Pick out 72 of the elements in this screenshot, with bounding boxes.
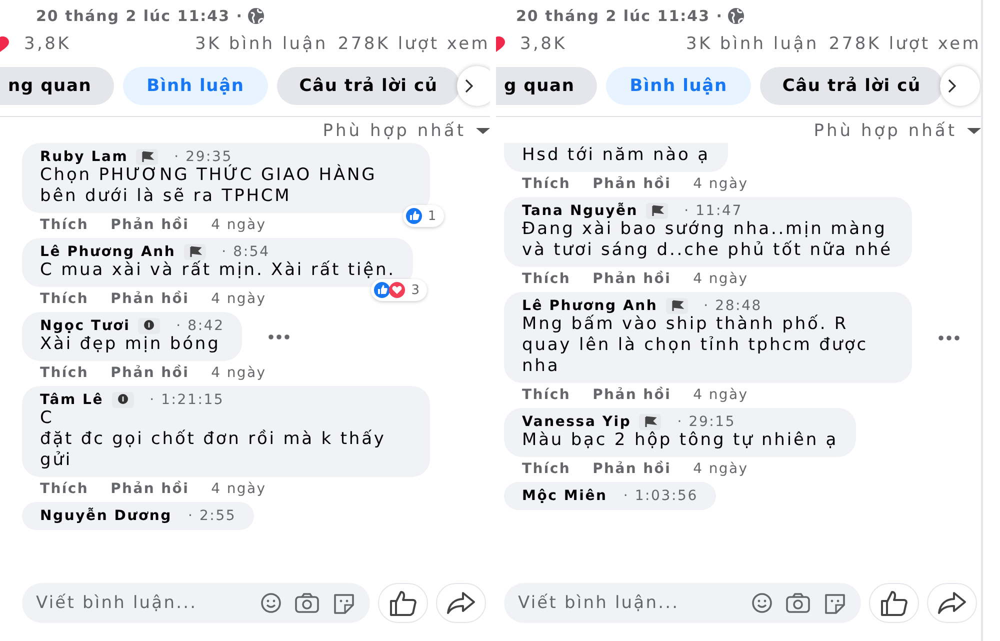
comment-text: Mng bấm vào ship thành phố. R quay lên là chọn tỉnh tphcm được nha bbox=[522, 314, 870, 377]
comment-field[interactable]: Viết bình luận... bbox=[504, 583, 861, 623]
like-link[interactable]: Thích bbox=[40, 217, 89, 233]
comment-age: 4 ngày bbox=[693, 387, 748, 403]
comment-time: · 11:47 bbox=[684, 203, 742, 219]
sort-dropdown[interactable]: Phù hợp nhất bbox=[322, 121, 490, 141]
comment-text: Chọn PHƯƠNG THỨC GIAO HÀNG bên dưới là sẽ ra TPHCM bbox=[40, 165, 378, 207]
reply-link[interactable]: Phản hồi bbox=[592, 387, 672, 403]
reply-link[interactable]: Phản hồi bbox=[110, 365, 190, 381]
reaction-badge[interactable]: 3 bbox=[371, 279, 428, 301]
post-date: 20 tháng 2 lúc 11:43 · bbox=[36, 7, 243, 25]
comment-text: C đặt đc gọi chốt đơn rồi mà k thấy gửi bbox=[40, 408, 387, 471]
author-name[interactable]: Tâm Lê bbox=[40, 392, 104, 408]
comment-input[interactable]: Viết bình luận... bbox=[36, 593, 248, 613]
comment-text: C mua xài và rất mịn. Xài rất tiện. bbox=[40, 260, 396, 281]
sort-dropdown[interactable]: Phù hợp nhất bbox=[814, 121, 981, 141]
filter-tab[interactable]: Bình luận bbox=[606, 67, 752, 105]
reply-link[interactable]: Phản hồi bbox=[110, 481, 190, 497]
reaction-count[interactable]: 3,8K bbox=[24, 34, 71, 54]
comment-age: 4 ngày bbox=[693, 271, 748, 287]
comment-age: 4 ngày bbox=[693, 176, 748, 192]
comment-time: · 29:15 bbox=[677, 414, 736, 430]
comment-time: · 29:35 bbox=[174, 149, 232, 165]
author-name[interactable]: Lê Phương Anh bbox=[40, 244, 176, 260]
reply-link[interactable]: Phản hồi bbox=[110, 217, 190, 233]
like-link[interactable]: Thích bbox=[40, 291, 89, 307]
author-name[interactable]: Tana Nguyễn bbox=[522, 203, 638, 219]
comment-count[interactable]: 3K bình luận bbox=[194, 34, 328, 54]
like-link[interactable]: Thích bbox=[40, 481, 89, 497]
reply-link[interactable]: Phản hồi bbox=[110, 291, 190, 307]
comment-field[interactable]: Viết bình luận... bbox=[22, 583, 370, 623]
comment-text: Đang xài bao sướng nha..mịn màng và tươi sáng d..che phủ tốt nữa nhé bbox=[522, 219, 894, 261]
filter-tab[interactable]: Câu trả lời củ bbox=[277, 67, 460, 105]
comment-time: · 1:21:15 bbox=[150, 392, 224, 408]
comment-age: 4 ngày bbox=[211, 365, 266, 381]
filter-tab[interactable]: Câu trả lời củ bbox=[760, 67, 943, 105]
reply-link[interactable]: Phản hồi bbox=[592, 461, 672, 477]
filter-tab[interactable]: Bình luận bbox=[122, 67, 268, 105]
comment-age: 4 ngày bbox=[211, 291, 266, 307]
view-count: 278K lượt xem bbox=[828, 34, 981, 54]
comment-text: Màu bạc 2 hộp tông tự nhiên ạ bbox=[522, 430, 838, 451]
comment-age: 4 ngày bbox=[693, 461, 748, 477]
reaction-count[interactable]: 3,8K bbox=[520, 34, 567, 54]
comment-text: Hsd tới năm nào ạ bbox=[522, 145, 710, 166]
comment-age: 4 ngày bbox=[211, 217, 266, 233]
comment-time: · 28:48 bbox=[704, 298, 762, 314]
reply-link[interactable]: Phản hồi bbox=[592, 176, 672, 192]
filter-tab[interactable]: ng quan bbox=[0, 67, 114, 105]
like-link[interactable]: Thích bbox=[40, 365, 89, 381]
like-link[interactable]: Thích bbox=[522, 176, 571, 192]
author-name[interactable]: Lê Phương Anh bbox=[522, 298, 658, 314]
comment-input[interactable]: Viết bình luận... bbox=[518, 593, 739, 613]
reply-link[interactable]: Phản hồi bbox=[592, 271, 672, 287]
like-link[interactable]: Thích bbox=[522, 461, 571, 477]
like-link[interactable]: Thích bbox=[522, 271, 571, 287]
author-name[interactable]: Vanessa Yip bbox=[522, 414, 632, 430]
comment-time: · 8:42 bbox=[176, 318, 224, 334]
comment-time: · 8:54 bbox=[222, 244, 270, 260]
view-count: 278K lượt xem bbox=[338, 34, 490, 54]
comment-text: Xài đẹp mịn bóng bbox=[40, 334, 222, 355]
like-link[interactable]: Thích bbox=[522, 387, 571, 403]
comment-time: · 1:03:56 bbox=[623, 488, 698, 504]
author-name[interactable]: Nguyễn Dương bbox=[40, 508, 172, 524]
author-name[interactable]: Ngọc Tươi bbox=[40, 318, 130, 334]
reaction-badge[interactable]: 1 bbox=[402, 205, 444, 227]
filter-tab[interactable]: g quan bbox=[496, 67, 597, 105]
comment-count[interactable]: 3K bình luận bbox=[686, 34, 819, 54]
author-name[interactable]: Mộc Miên bbox=[522, 488, 608, 504]
author-name[interactable]: Ruby Lam bbox=[40, 149, 128, 165]
comment-time: · 2:55 bbox=[188, 508, 236, 524]
post-date: 20 tháng 2 lúc 11:43 · bbox=[516, 7, 723, 25]
comment-age: 4 ngày bbox=[211, 481, 266, 497]
